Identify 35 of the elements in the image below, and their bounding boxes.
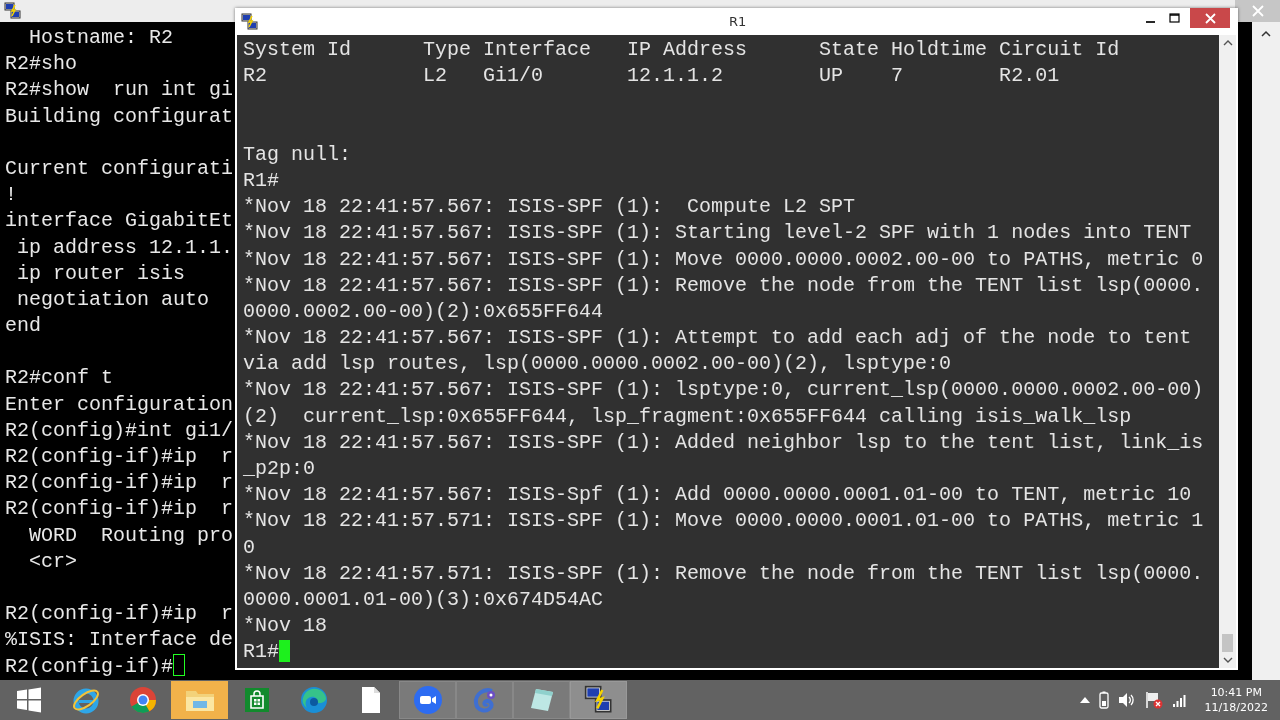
terminal-app-icon xyxy=(4,2,22,20)
signal-icon[interactable] xyxy=(1171,693,1188,707)
terminal-output: System Id Type Interface IP Address State Holdtime Circuit Id R2 L2 Gi1/0 12.1.1.2 UP 7 R2.01 Tag null: R1# *Nov 18 22:41:57.567: ISIS-SPF (1): Compute L2 SPT *Nov 18 22:41:57.567: ISIS-SPF (1): Starting level-2 SPF with 1 nodes into TENT *Nov 18 22:41:57.567: ISIS-SPF (1): Move 0000.0000.0002.00-00 to PATHS, metric 0 *Nov 18 22:41:57.567: ISIS-SPF (1): Remove the node from the TENT list lsp(0000. 0000.0002.00-00)(2):0x655FF644 *Nov 18 22:41:57.567: ISIS-SPF (1): Attempt to add each adj of the node to tent via add lsp routes, lsp(0000.0000.0002.00-00)(2), lsptype:0 *Nov 18 22:41:57.567: ISIS-SPF (1): lsptype:0, current_lsp(0000.0000.0002.00-00) (2) current_lsp:0x655FF644, lsp_fragment:0x655FF644 calling isis_walk_lsp *Nov 18 22:41:57.567: ISIS-SPF (1): Added neighbor lsp to the tent list, link_is _p2p:0 *Nov 18 22:41:57.567: ISIS-Spf (1): Add 0000.0000.0001.01-00 to TENT, metric 10 *Nov 18 22:41:57.571: ISIS-SPF (1): Move 0000.0000.0001.01-00 to PATHS, metric 1 0 *Nov 18 22:41:57.571: ISIS-SPF (1): Remove the node from the TENT list lsp(0000. 0000.0001.01-00)(3):0x674D54AC *Nov 18 R1# xyxy=(242,37,1205,666)
minimize-icon xyxy=(1145,20,1155,23)
chevron-up-icon[interactable] xyxy=(1222,39,1233,47)
chevron-down-icon[interactable] xyxy=(1222,656,1233,664)
browser-icon xyxy=(298,685,329,715)
cursor-icon xyxy=(173,653,186,676)
clock-date: 11/18/2022 xyxy=(1204,700,1268,715)
chevron-up-icon[interactable] xyxy=(1079,697,1090,703)
browser-icon xyxy=(127,685,158,715)
battery-icon[interactable] xyxy=(1098,691,1109,709)
terminal-output: Hostname: R2 R2#sho R2#show run int gi Building configurat Current configurati ! interface GigabitEt ip address 12.1.1. ip router isis negotiation auto end R2#conf t Enter configuration R2(config)#int gi1/ R2(config-if)#ip r R2(config-if)#ip r R2(config-if)#ip r WORD Routing pro <cr> R2(config-if)#ip r %ISIS: Interface de R2(config-if)# xyxy=(4,25,235,680)
taskbar-app[interactable] xyxy=(399,681,456,719)
scrollbar[interactable] xyxy=(1219,35,1236,668)
document-icon xyxy=(359,686,382,714)
chevron-up-icon[interactable] xyxy=(1260,30,1272,38)
flag-error-icon[interactable] xyxy=(1144,691,1163,709)
maximize-icon xyxy=(1168,13,1180,23)
clock[interactable]: 10:41 PM 11/18/2022 xyxy=(1204,685,1268,715)
scrollbar-thumb[interactable] xyxy=(1222,634,1233,652)
clock-time: 10:41 PM xyxy=(1210,685,1262,700)
scrollbar[interactable] xyxy=(1252,22,1280,680)
close-icon xyxy=(1204,12,1216,24)
window-title: R1 xyxy=(729,14,747,29)
terminal-app-icon xyxy=(241,12,259,31)
close-icon xyxy=(1251,5,1264,17)
cursor-icon xyxy=(279,640,290,663)
close-button[interactable] xyxy=(1190,8,1230,28)
taskbar-app[interactable] xyxy=(570,681,627,719)
store-icon xyxy=(242,686,271,714)
terminal-app-icon xyxy=(583,685,614,715)
volume-icon[interactable] xyxy=(1117,692,1136,708)
video-call-icon xyxy=(412,685,443,715)
windows-icon xyxy=(15,687,42,713)
